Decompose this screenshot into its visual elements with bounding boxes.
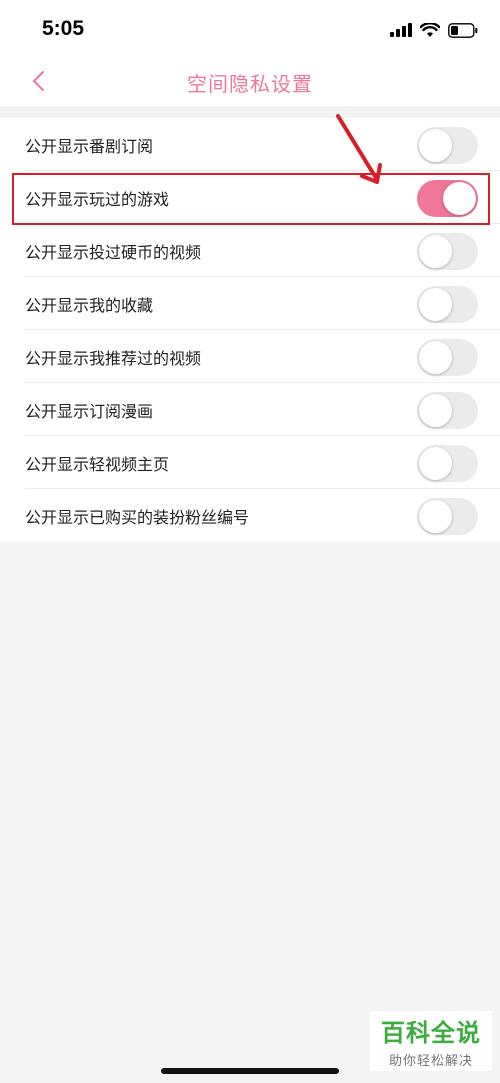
home-indicator xyxy=(161,1068,339,1074)
toggle-knob xyxy=(419,500,452,533)
setting-row-fan-number: 公开显示已购买的装扮粉丝编号 xyxy=(0,489,500,542)
toggle-switch[interactable] xyxy=(417,498,478,535)
page-title: 空间隐私设置 xyxy=(187,72,313,96)
setting-label: 公开显示番剧订阅 xyxy=(25,136,154,156)
toggle-switch[interactable] xyxy=(417,286,478,323)
status-icons xyxy=(390,20,478,40)
setting-label: 公开显示已购买的装扮粉丝编号 xyxy=(25,507,250,527)
watermark-title: 百科全说 xyxy=(381,1019,481,1047)
toggle-switch[interactable] xyxy=(417,180,478,217)
setting-label: 公开显示订阅漫画 xyxy=(25,401,154,421)
setting-label: 公开显示玩过的游戏 xyxy=(25,189,170,209)
status-bar: 5:05 xyxy=(0,0,500,60)
toggle-knob xyxy=(419,394,452,427)
toggle-knob xyxy=(443,182,476,215)
setting-row-bangumi: 公开显示番剧订阅 xyxy=(0,118,500,171)
toggle-knob xyxy=(419,129,452,162)
toggle-switch[interactable] xyxy=(417,127,478,164)
toggle-switch[interactable] xyxy=(417,339,478,376)
setting-row-favorites: 公开显示我的收藏 xyxy=(0,277,500,330)
toggle-knob xyxy=(419,288,452,321)
setting-row-games: 公开显示玩过的游戏 xyxy=(0,171,500,224)
setting-row-light-video: 公开显示轻视频主页 xyxy=(0,436,500,489)
settings-list: 公开显示番剧订阅 公开显示玩过的游戏 公开显示投过硬币的视频 公开显示我的收藏 … xyxy=(0,118,500,542)
setting-label: 公开显示我推荐过的视频 xyxy=(25,348,202,368)
wifi-icon xyxy=(420,22,440,37)
battery-icon xyxy=(448,22,478,38)
setting-label: 公开显示投过硬币的视频 xyxy=(25,242,202,262)
toggle-switch[interactable] xyxy=(417,392,478,429)
watermark-subtitle: 助你轻松解决 xyxy=(388,1054,473,1069)
toggle-switch[interactable] xyxy=(417,445,478,482)
status-time: 5:05 xyxy=(42,17,85,40)
setting-row-coins: 公开显示投过硬币的视频 xyxy=(0,224,500,277)
signal-icon xyxy=(390,23,412,37)
toggle-switch[interactable] xyxy=(417,233,478,270)
watermark-logo: 百科全说 助你轻松解决 xyxy=(370,1011,492,1071)
setting-row-recommended: 公开显示我推荐过的视频 xyxy=(0,330,500,383)
setting-label: 公开显示轻视频主页 xyxy=(25,454,170,474)
toggle-knob xyxy=(419,341,452,374)
setting-label: 公开显示我的收藏 xyxy=(25,295,154,315)
setting-row-manga: 公开显示订阅漫画 xyxy=(0,383,500,436)
nav-bar: 空间隐私设置 xyxy=(0,60,500,106)
toggle-knob xyxy=(419,447,452,480)
toggle-knob xyxy=(419,235,452,268)
